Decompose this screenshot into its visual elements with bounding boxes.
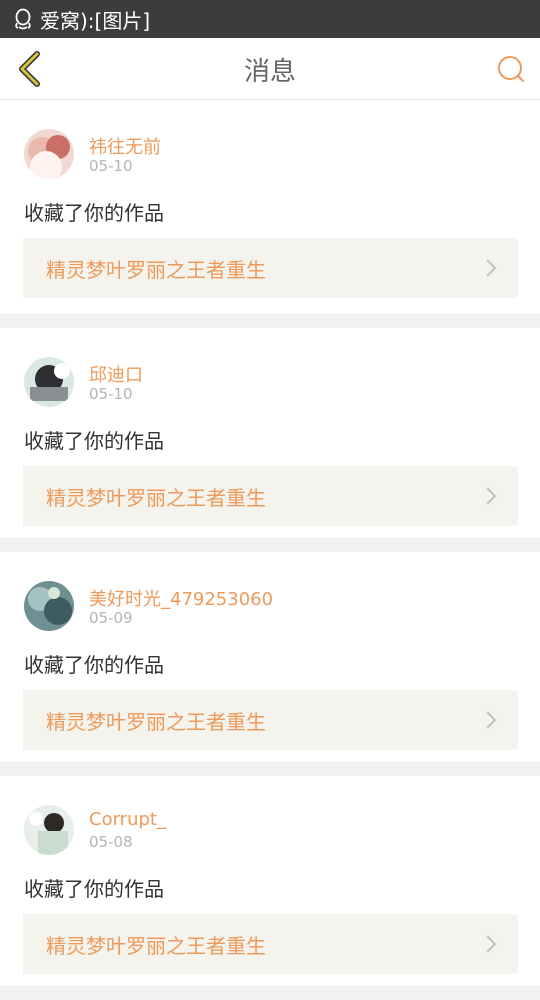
avatar[interactable] (24, 805, 74, 855)
message-date: 05-09 (89, 609, 133, 627)
work-link[interactable]: 精灵梦叶罗丽之王者重生 (23, 466, 518, 526)
status-bar: 爱窝):[图片] (0, 0, 540, 38)
work-link[interactable]: 精灵梦叶罗丽之王者重生 (23, 238, 518, 298)
work-title: 精灵梦叶罗丽之王者重生 (46, 257, 266, 282)
message-action: 收藏了你的作品 (24, 201, 164, 225)
work-link[interactable]: 精灵梦叶罗丽之王者重生 (23, 914, 518, 974)
username[interactable]: Corrupt_ (89, 809, 166, 830)
message-date: 05-10 (89, 157, 133, 175)
message-action: 收藏了你的作品 (24, 877, 164, 901)
avatar[interactable] (24, 357, 74, 407)
message-card: 美好时光_479253060 05-09 收藏了你的作品 精灵梦叶罗丽之王者重生 (0, 552, 540, 762)
message-date: 05-08 (89, 833, 133, 851)
chevron-right-icon (484, 932, 498, 956)
top-nav-bar: 消息 (0, 38, 540, 100)
username[interactable]: 祎往无前 (89, 133, 161, 159)
status-app-name: 爱窝):[图片] (40, 8, 151, 33)
work-title: 精灵梦叶罗丽之王者重生 (46, 709, 266, 734)
qq-icon (12, 7, 34, 31)
message-card: 邱迪口 05-10 收藏了你的作品 精灵梦叶罗丽之王者重生 (0, 328, 540, 538)
message-date: 05-10 (89, 385, 133, 403)
chevron-right-icon (484, 484, 498, 508)
work-title: 精灵梦叶罗丽之王者重生 (46, 933, 266, 958)
message-card: 祎往无前 05-10 收藏了你的作品 精灵梦叶罗丽之王者重生 (0, 100, 540, 314)
username[interactable]: 美好时光_479253060 (89, 585, 273, 611)
chevron-right-icon (484, 708, 498, 732)
work-title: 精灵梦叶罗丽之王者重生 (46, 485, 266, 510)
page-title: 消息 (243, 56, 296, 87)
work-link[interactable]: 精灵梦叶罗丽之王者重生 (23, 690, 518, 750)
avatar[interactable] (24, 129, 74, 179)
chevron-right-icon (484, 256, 498, 280)
message-list: 祎往无前 05-10 收藏了你的作品 精灵梦叶罗丽之王者重生 邱迪口 05-10… (0, 100, 540, 1000)
message-card: Corrupt_ 05-08 收藏了你的作品 精灵梦叶罗丽之王者重生 (0, 776, 540, 986)
search-icon[interactable] (494, 52, 528, 86)
avatar[interactable] (24, 581, 74, 631)
message-action: 收藏了你的作品 (24, 653, 164, 677)
message-action: 收藏了你的作品 (24, 429, 164, 453)
username[interactable]: 邱迪口 (89, 361, 143, 387)
